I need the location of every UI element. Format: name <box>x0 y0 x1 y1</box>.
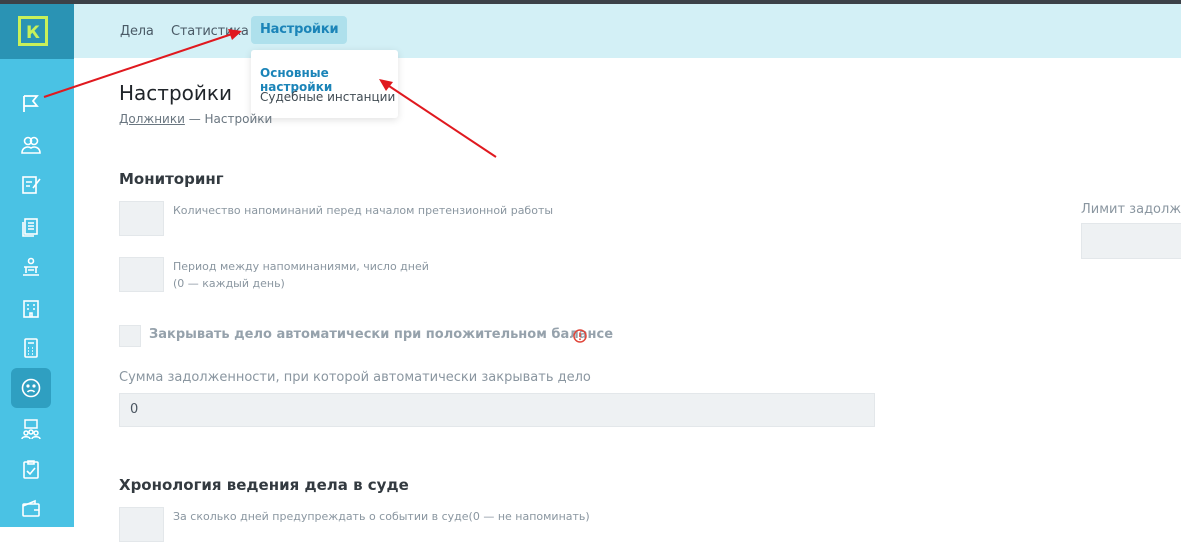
court-notify-days-input[interactable] <box>119 507 164 542</box>
users-icon[interactable] <box>20 134 42 156</box>
reminders-count-input[interactable] <box>119 201 164 236</box>
sidebar: К <box>0 4 74 527</box>
debt-limit-input[interactable] <box>1081 223 1181 259</box>
nav-settings[interactable]: Настройки <box>251 16 348 44</box>
reminder-period-input[interactable] <box>119 257 164 292</box>
breadcrumb-debtors-link[interactable]: Должники <box>119 112 185 126</box>
page-title: Настройки <box>119 81 232 105</box>
wallet-icon[interactable] <box>20 498 42 520</box>
logo-letter: К <box>26 23 40 43</box>
monitoring-section-title: Мониторинг <box>119 170 224 188</box>
reminders-count-label: Количество напоминаний перед началом пре… <box>173 204 554 217</box>
reminder-period-label: Период между напоминаниями, число дней (… <box>173 258 429 292</box>
close-sum-input[interactable]: 0 <box>119 393 875 427</box>
nav-statistics[interactable]: Статистика <box>171 18 249 46</box>
settings-dropdown: Основные настройки Судебные инстанции <box>251 50 398 118</box>
annotation-arrow-to-basic-settings <box>388 85 497 158</box>
debt-limit-label: Лимит задолженности <box>1081 202 1181 217</box>
dropdown-court-instances[interactable]: Судебные инстанции <box>260 90 395 104</box>
flag-icon[interactable] <box>20 93 42 115</box>
warning-icon[interactable] <box>573 329 587 343</box>
calculator-icon[interactable] <box>20 337 42 359</box>
edit-document-icon[interactable] <box>20 174 42 196</box>
auto-close-label: Закрывать дело автоматически при положит… <box>149 327 614 342</box>
group-icon[interactable] <box>20 418 42 440</box>
court-chronology-title: Хронология ведения дела в суде <box>119 476 409 494</box>
nav-cases[interactable]: Дела <box>120 18 154 46</box>
auto-close-checkbox[interactable] <box>119 325 141 347</box>
reminder-period-label-line1: Период между напоминаниями, число дней <box>173 260 429 273</box>
logo-icon: К <box>18 16 48 46</box>
reminder-period-label-line2: (0 — каждый день) <box>173 277 285 290</box>
court-icon[interactable] <box>20 256 42 278</box>
breadcrumb-current: Настройки <box>204 112 273 126</box>
documents-icon[interactable] <box>20 216 42 238</box>
sad-face-icon[interactable] <box>20 377 42 399</box>
close-sum-label: Сумма задолженности, при которой автомат… <box>119 370 591 385</box>
building-icon[interactable] <box>20 297 42 319</box>
breadcrumb: Должники — Настройки <box>119 112 272 126</box>
logo[interactable]: К <box>0 4 74 59</box>
court-notify-days-label: За сколько дней предупреждать о событии … <box>173 510 590 523</box>
breadcrumb-separator: — <box>184 112 205 126</box>
clipboard-check-icon[interactable] <box>20 458 42 480</box>
